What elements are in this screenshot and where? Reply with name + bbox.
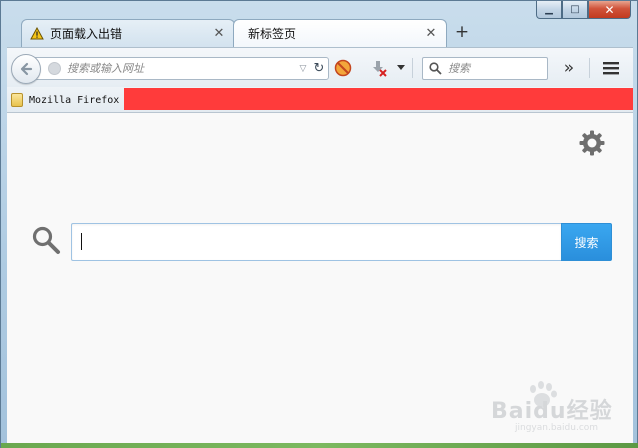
desktop-background-strip xyxy=(1,443,638,448)
toolbar-separator xyxy=(412,58,413,78)
close-tab-icon[interactable]: ✕ xyxy=(424,26,438,41)
back-button[interactable] xyxy=(11,54,41,84)
site-identity-icon[interactable] xyxy=(48,62,61,75)
search-icon xyxy=(429,62,442,75)
close-window-button[interactable]: ✕ xyxy=(588,1,631,19)
baidu-watermark: Baidu经验 jingyan.baidu.com xyxy=(485,381,635,437)
tab-new-tab[interactable]: 新标签页 ✕ xyxy=(233,19,447,47)
url-input[interactable] xyxy=(67,62,296,75)
back-arrow-icon xyxy=(20,62,33,76)
search-icon xyxy=(32,226,60,254)
bookmark-label: Mozilla Firefox xyxy=(29,94,120,106)
adblock-icon[interactable] xyxy=(333,58,353,78)
search-bar[interactable] xyxy=(422,57,548,80)
history-dropdown-icon[interactable]: ▽ xyxy=(296,64,310,74)
close-tab-icon[interactable]: ✕ xyxy=(212,26,226,41)
minimize-button[interactable]: ▁ xyxy=(536,1,562,19)
folder-icon xyxy=(11,93,23,107)
tab-load-error[interactable]: 页面载入出错 ✕ xyxy=(21,19,235,47)
browser-window: ▁ □ ✕ 页面载入出错 ✕ 新标签页 ✕ + ▽ ↻ xyxy=(0,0,638,448)
url-bar[interactable]: ▽ ↻ xyxy=(31,57,329,80)
new-tab-page: 搜索 Baidu经验 jingyan.baidu.com xyxy=(7,113,633,443)
gear-icon[interactable] xyxy=(578,129,606,157)
new-tab-button[interactable]: + xyxy=(453,24,471,42)
downloads-dropdown-icon[interactable] xyxy=(395,58,407,78)
redaction-bar xyxy=(124,88,633,110)
bookmark-folder-mozilla-firefox[interactable]: Mozilla Firefox xyxy=(11,92,119,108)
tab-label: 页面载入出错 xyxy=(50,27,123,41)
tab-strip: 页面载入出错 ✕ 新标签页 ✕ + xyxy=(7,19,633,47)
text-caret xyxy=(81,233,82,250)
watermark-text: Baidu经验 xyxy=(491,399,613,424)
maximize-button[interactable]: □ xyxy=(562,1,588,19)
search-button[interactable]: 搜索 xyxy=(561,223,612,261)
search-input[interactable] xyxy=(448,62,538,75)
reload-icon[interactable]: ↻ xyxy=(310,61,328,76)
window-caption-buttons: ▁ □ ✕ xyxy=(536,1,631,20)
bookmarks-toolbar: Mozilla Firefox xyxy=(7,87,633,113)
warning-icon xyxy=(30,27,44,40)
toolbar-separator xyxy=(589,58,590,78)
tab-label: 新标签页 xyxy=(248,27,297,41)
search-field-wrapper xyxy=(71,223,561,261)
web-search-input[interactable] xyxy=(71,223,561,261)
web-search-form: 搜索 xyxy=(71,223,612,261)
hamburger-menu-icon[interactable] xyxy=(601,58,621,78)
watermark-url: jingyan.baidu.com xyxy=(515,423,599,433)
overflow-chevron-icon[interactable]: » xyxy=(559,58,579,78)
download-blocked-icon[interactable] xyxy=(369,58,389,78)
navigation-toolbar: ▽ ↻ xyxy=(7,47,633,87)
